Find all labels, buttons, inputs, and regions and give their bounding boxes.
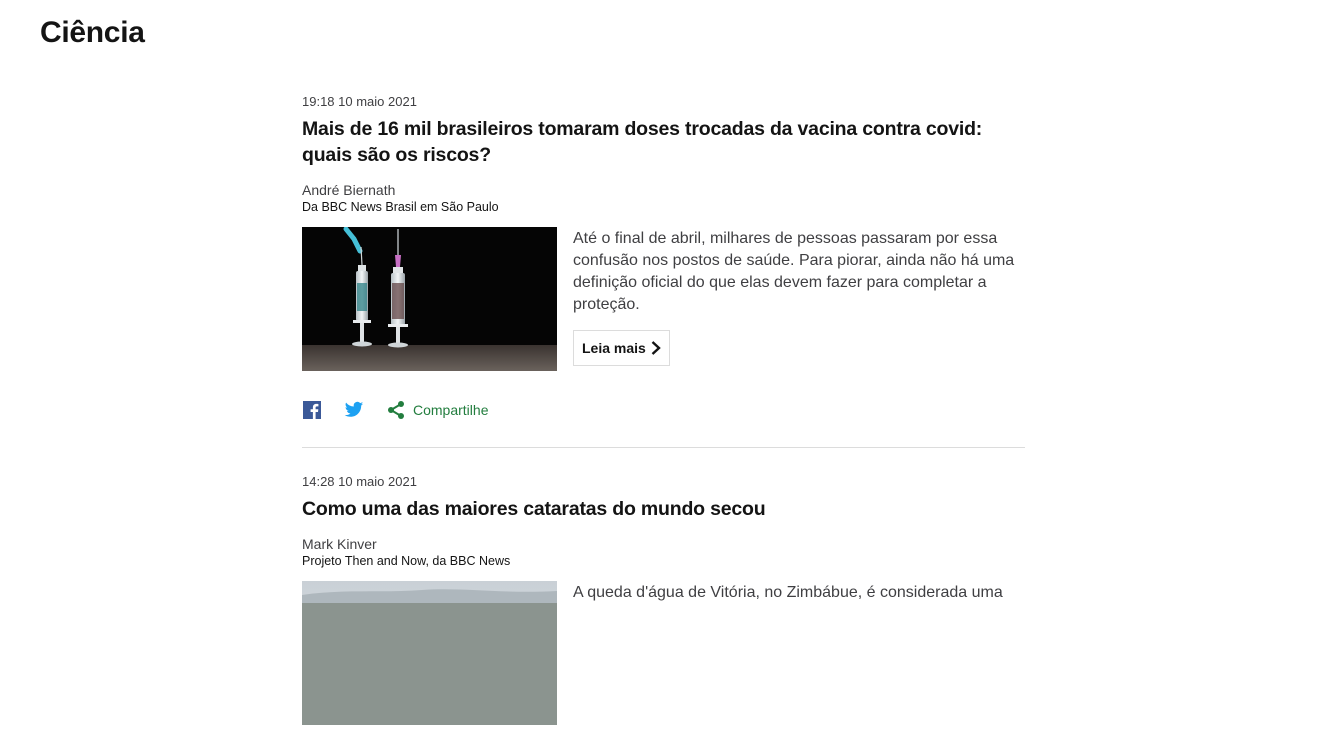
read-more-button[interactable]: Leia mais: [573, 330, 670, 366]
facebook-share-button[interactable]: [302, 400, 322, 420]
section-title: Ciência: [40, 16, 145, 49]
post-summary: A queda d'água de Vitória, no Zimbábue, …: [573, 584, 1003, 601]
post-media-row: Até o final de abril, milhares de pessoa…: [302, 227, 1025, 371]
post-author-role: Da BBC News Brasil em São Paulo: [302, 200, 499, 214]
twitter-icon: [344, 401, 364, 417]
post-body: Até o final de abril, milhares de pessoa…: [573, 227, 1025, 371]
waterfall-image[interactable]: [302, 581, 557, 725]
vaccine-syringes-image[interactable]: [302, 227, 557, 371]
share-label: Compartilhe: [413, 402, 489, 418]
post-item: 19:18 10 maio 2021 Mais de 16 mil brasil…: [302, 94, 1025, 447]
share-button[interactable]: Compartilhe: [386, 400, 488, 420]
post-headline-link[interactable]: Como uma das maiores cataratas do mundo …: [302, 496, 1002, 522]
post-byline: André Biernath Da BBC News Brasil em São…: [302, 182, 1025, 215]
post-headline-link[interactable]: Mais de 16 mil brasileiros tomaram doses…: [302, 116, 1002, 168]
post-timestamp: 14:28 10 maio 2021: [302, 474, 417, 489]
post-author: Mark Kinver: [302, 536, 377, 552]
news-feed: 19:18 10 maio 2021 Mais de 16 mil brasil…: [302, 94, 1025, 751]
post-author: André Biernath: [302, 182, 396, 198]
post-media-row: A queda d'água de Vitória, no Zimbábue, …: [302, 581, 1025, 725]
read-more-label: Leia mais: [582, 340, 646, 356]
chevron-right-icon: [651, 341, 661, 355]
facebook-icon: [303, 401, 321, 419]
post-item: 14:28 10 maio 2021 Como uma das maiores …: [302, 447, 1025, 751]
post-author-role: Projeto Then and Now, da BBC News: [302, 554, 511, 568]
post-timestamp: 19:18 10 maio 2021: [302, 94, 417, 109]
share-row: Compartilhe: [302, 399, 1025, 421]
post-body: A queda d'água de Vitória, no Zimbábue, …: [573, 581, 1025, 725]
share-icon: [388, 401, 404, 419]
twitter-share-button[interactable]: [344, 401, 364, 419]
post-byline: Mark Kinver Projeto Then and Now, da BBC…: [302, 536, 1025, 569]
post-summary: Até o final de abril, milhares de pessoa…: [573, 230, 1015, 313]
